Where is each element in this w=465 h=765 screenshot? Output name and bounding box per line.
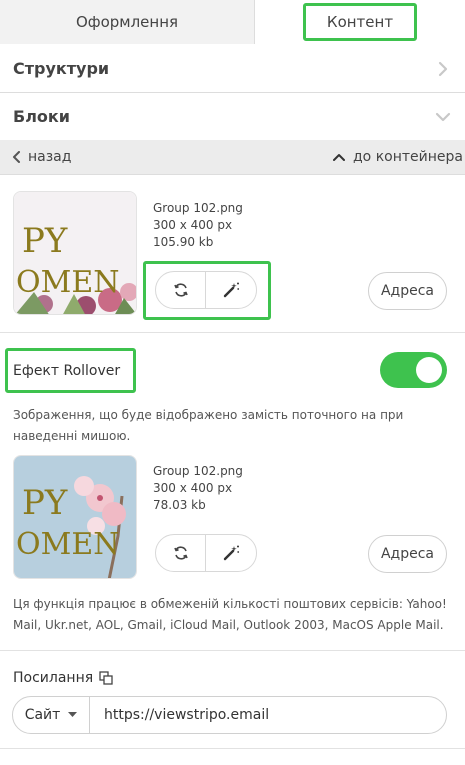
copy-icon[interactable] <box>99 671 113 685</box>
chevron-right-icon <box>438 61 448 77</box>
tab-content-label: Контент <box>326 13 394 31</box>
rollover-address-button-label: Адреса <box>380 546 435 562</box>
tab-design[interactable]: Оформлення <box>0 0 255 44</box>
caret-down-icon <box>68 712 78 717</box>
image-thumbnail[interactable]: PY OMEN <box>13 191 137 315</box>
to-container-label: до контейнера <box>353 149 463 165</box>
refresh-icon <box>173 546 188 560</box>
rollover-image-thumbnail[interactable]: PY OMEN <box>13 455 137 579</box>
tab-design-label: Оформлення <box>75 13 179 31</box>
tab-bar: Оформлення Контент <box>0 0 465 44</box>
divider <box>0 332 465 333</box>
divider <box>0 748 465 749</box>
divider <box>0 650 465 651</box>
image-actions <box>155 271 257 309</box>
section-structures-label: Структури <box>13 59 110 78</box>
tab-content-highlight: Контент <box>303 3 417 41</box>
link-label: Посилання <box>13 670 94 686</box>
rollover-label: Ефект Rollover <box>13 362 121 379</box>
toggle-knob <box>416 357 442 383</box>
address-button[interactable]: Адреса <box>368 272 447 310</box>
section-structures[interactable]: Структури <box>0 45 465 93</box>
link-type-select[interactable]: Сайт <box>13 697 90 733</box>
rollover-image-preview: PY OMEN <box>14 456 136 578</box>
image-caption-line1: PY <box>22 221 68 261</box>
link-type-value: Сайт <box>24 707 61 723</box>
rollover-caption-line1: PY <box>22 483 68 523</box>
image-filename: Group 102.png <box>153 201 243 215</box>
image-preview: PY OMEN <box>14 192 136 314</box>
rollover-caption-line2: OMEN <box>16 527 119 562</box>
section-blocks[interactable]: Блоки <box>0 93 465 141</box>
back-label: назад <box>28 149 72 165</box>
rollover-image-actions <box>155 534 257 572</box>
section-blocks-label: Блоки <box>13 107 70 126</box>
link-input-group: Сайт https://viewstripo.email <box>12 696 447 734</box>
image-size: 105.90 kb <box>153 235 214 249</box>
rollover-description: Зображення, що буде відображено замість … <box>13 408 404 443</box>
replace-rollover-image-button[interactable] <box>156 535 206 571</box>
edit-image-button[interactable] <box>206 272 256 308</box>
address-button-label: Адреса <box>380 283 435 299</box>
rollover-compatibility-note: Ця функція працює в обмеженій кількості … <box>13 597 447 632</box>
edit-rollover-image-button[interactable] <box>206 535 256 571</box>
magic-wand-icon <box>223 545 240 561</box>
link-url-input[interactable]: https://viewstripo.email <box>90 707 269 723</box>
back-button[interactable]: назад <box>12 149 71 165</box>
image-caption-line2: OMEN <box>16 265 119 300</box>
chevron-down-icon <box>435 112 451 122</box>
rollover-address-button[interactable]: Адреса <box>368 535 447 573</box>
to-container-button[interactable]: до контейнера <box>333 149 463 165</box>
rollover-image-size: 78.03 kb <box>153 498 206 512</box>
chevron-left-icon <box>13 151 20 163</box>
rollover-label-highlight: Ефект Rollover <box>5 348 136 393</box>
tab-content[interactable]: Контент <box>255 0 465 44</box>
chevron-up-icon <box>333 154 345 161</box>
rollover-toggle[interactable] <box>380 352 447 388</box>
navigation-bar: назад до контейнера <box>0 140 465 175</box>
rollover-image-meta: Group 102.png 300 x 400 px 78.03 kb <box>153 463 243 514</box>
rollover-image-filename: Group 102.png <box>153 464 243 478</box>
refresh-icon <box>173 283 188 297</box>
rollover-image-dimensions: 300 x 400 px <box>153 481 233 495</box>
magic-wand-icon <box>223 282 240 298</box>
link-label-row: Посилання <box>13 670 113 686</box>
image-dimensions: 300 x 400 px <box>153 218 233 232</box>
replace-image-button[interactable] <box>156 272 206 308</box>
image-meta: Group 102.png 300 x 400 px 105.90 kb <box>153 200 243 251</box>
